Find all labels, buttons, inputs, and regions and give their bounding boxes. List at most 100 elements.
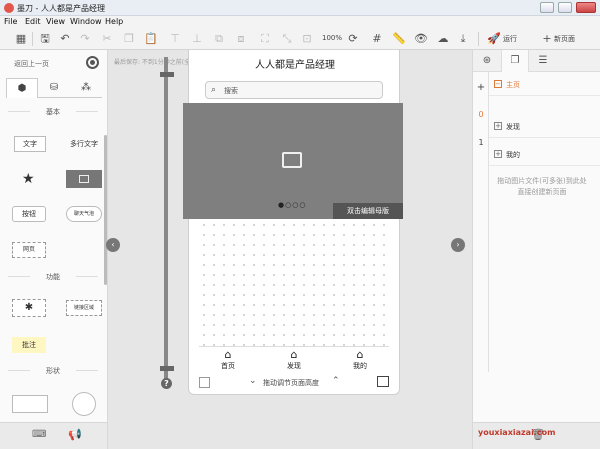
tab-library-icon[interactable]: ⛁	[38, 78, 70, 98]
height-slider-track[interactable]	[164, 57, 168, 379]
widget-image[interactable]	[66, 170, 102, 188]
page-item-discover[interactable]: + 发现	[489, 116, 600, 138]
star-icon[interactable]: ★	[22, 171, 35, 187]
ruler-icon[interactable]: 📏	[392, 32, 406, 46]
settings-icon[interactable]: ⊛	[473, 50, 501, 72]
page-title[interactable]: 人人都是产品经理	[189, 56, 401, 71]
collapse-icon[interactable]: −	[494, 80, 502, 88]
chevron-up-icon[interactable]: ⌃	[332, 376, 340, 386]
pages-side-bar: + 0 1	[473, 72, 489, 372]
rotate-icon[interactable]: ⟳	[346, 32, 360, 46]
target-icon[interactable]	[86, 56, 99, 69]
tab-icons-icon[interactable]: ⁂	[70, 78, 102, 98]
tab-mine[interactable]: ⌂ 我的	[340, 349, 380, 371]
resize-icon[interactable]: ⤡	[280, 32, 294, 46]
zoom-level[interactable]: 100%	[322, 34, 342, 42]
menu-view[interactable]: View	[46, 17, 65, 26]
drop-hint-line1: 拖动图片文件(可多张)到此处	[497, 177, 587, 185]
help-icon[interactable]: ?	[161, 378, 172, 389]
carousel-dots: ●○○○	[278, 201, 307, 209]
page-item-home[interactable]: − 主页	[489, 74, 600, 96]
menu-edit[interactable]: Edit	[25, 17, 41, 26]
list-icon[interactable]: ☰	[529, 50, 557, 72]
height-slider-handle-top[interactable]	[160, 72, 174, 77]
section-basic: 基本	[8, 107, 98, 117]
preview-icon[interactable]: 👁	[414, 32, 428, 46]
upload-icon[interactable]: ☁	[436, 32, 450, 46]
shape-circle[interactable]	[72, 392, 96, 416]
pages-icon[interactable]: ❐	[501, 50, 529, 72]
add-page-icon[interactable]: +	[473, 82, 489, 93]
plus-icon[interactable]: +	[540, 32, 554, 46]
crop-icon[interactable]: ⊡	[300, 32, 314, 46]
tab-home[interactable]: ⌂ 首页	[208, 349, 248, 371]
run-button[interactable]: 运行	[503, 34, 517, 44]
page-item-mine[interactable]: + 我的	[489, 144, 600, 166]
widget-multiline-text[interactable]: 多行文字	[66, 139, 102, 149]
redo-icon[interactable]: ↷	[78, 32, 92, 46]
widget-link-area[interactable]: 链接区域	[66, 300, 102, 316]
widget-annotation[interactable]: 批注	[12, 337, 46, 353]
fit-icon[interactable]: ⛶	[258, 32, 272, 46]
collapse-right-icon[interactable]: ›	[451, 238, 465, 252]
align-bottom-icon[interactable]: ⊥	[190, 32, 204, 46]
undo-icon[interactable]: ↶	[58, 32, 72, 46]
carousel-master[interactable]: ●○○○ 双击编辑母版	[183, 103, 403, 219]
widget-text[interactable]: 文字	[14, 136, 46, 152]
paste-icon[interactable]: 📋	[144, 32, 158, 46]
side-number: 0	[478, 110, 484, 119]
expand-icon[interactable]: +	[494, 122, 502, 130]
search-box[interactable]: ⌕ 搜索	[205, 81, 383, 99]
pages-panel: ⊛ ❐ ☰ + 0 1 − 主页 + 发现 + 我的 拖动图片文件(可多张)到此…	[472, 50, 600, 449]
phone-frame[interactable]: 人人都是产品经理 ⌕ 搜索 ⌂ 首页 ⌂ 发现 ⌂ 我的 ⌄ 拖动调节页面高度 …	[188, 50, 400, 395]
menu-help[interactable]: Help	[105, 17, 123, 26]
minimize-button[interactable]	[540, 2, 554, 13]
ungroup-icon[interactable]: ⧈	[234, 32, 248, 46]
copy-icon[interactable]: ❐	[122, 32, 136, 46]
edit-master-button[interactable]: 双击编辑母版	[333, 203, 403, 219]
tab-discover[interactable]: ⌂ 发现	[274, 349, 314, 371]
widget-chat-bubble[interactable]: 聊天气泡	[66, 206, 102, 222]
pages-panel-tabs: ⊛ ❐ ☰	[473, 50, 600, 72]
close-button[interactable]	[576, 2, 596, 13]
menu-window[interactable]: Window	[70, 17, 102, 26]
cut-icon[interactable]: ✂	[100, 32, 114, 46]
collapse-left-icon[interactable]: ‹	[106, 238, 120, 252]
image-icon[interactable]	[377, 376, 389, 387]
checkbox[interactable]	[199, 377, 210, 388]
widget-tabs: ⬢ ⛁ ⁂	[6, 78, 102, 98]
menu-file[interactable]: File	[4, 17, 17, 26]
back-link[interactable]: 返回上一页	[14, 59, 49, 69]
chevron-down-icon[interactable]: ⌄	[249, 376, 257, 386]
phone-tab-bar[interactable]: ⌂ 首页 ⌂ 发现 ⌂ 我的	[199, 346, 389, 370]
save-icon[interactable]: 🖫	[38, 32, 52, 46]
align-top-icon[interactable]: ⊤	[168, 32, 182, 46]
widget-panel-scrollbar[interactable]	[104, 135, 107, 285]
expand-icon[interactable]: +	[494, 150, 502, 158]
widget-gesture-icon[interactable]: ✱	[12, 299, 46, 317]
widget-button[interactable]: 按钮	[12, 206, 46, 222]
section-function: 功能	[8, 272, 98, 282]
widget-webpage[interactable]: 网页	[12, 242, 46, 258]
keyboard-icon[interactable]: ⌨	[32, 429, 46, 440]
tab-components-icon[interactable]: ⬢	[6, 78, 38, 98]
download-icon[interactable]: ⤓	[456, 32, 470, 46]
new-page-button[interactable]: 新页面	[554, 34, 575, 44]
watermark: youxiaxiazai.com	[478, 428, 556, 437]
side-number: 1	[478, 138, 484, 147]
drop-hint: 拖动图片文件(可多张)到此处 直接创建新页面	[483, 176, 600, 198]
megaphone-icon[interactable]: 📢	[68, 428, 82, 441]
image-icon	[282, 152, 302, 168]
image-icon	[79, 175, 89, 183]
height-slider-handle-bottom[interactable]	[160, 366, 174, 371]
maximize-button[interactable]	[558, 2, 572, 13]
sidebar-toggle-icon[interactable]: ▦	[14, 32, 28, 46]
shape-rectangle[interactable]	[12, 395, 48, 413]
page-item-label: 发现	[506, 123, 520, 131]
drag-height-hint: 拖动调节页面高度	[263, 379, 319, 387]
tab-discover-label: 发现	[287, 362, 301, 370]
grid-icon[interactable]: #	[370, 32, 384, 46]
app-logo-icon	[4, 3, 14, 13]
group-icon[interactable]: ⧉	[212, 32, 226, 46]
rocket-icon[interactable]: 🚀	[487, 32, 501, 46]
